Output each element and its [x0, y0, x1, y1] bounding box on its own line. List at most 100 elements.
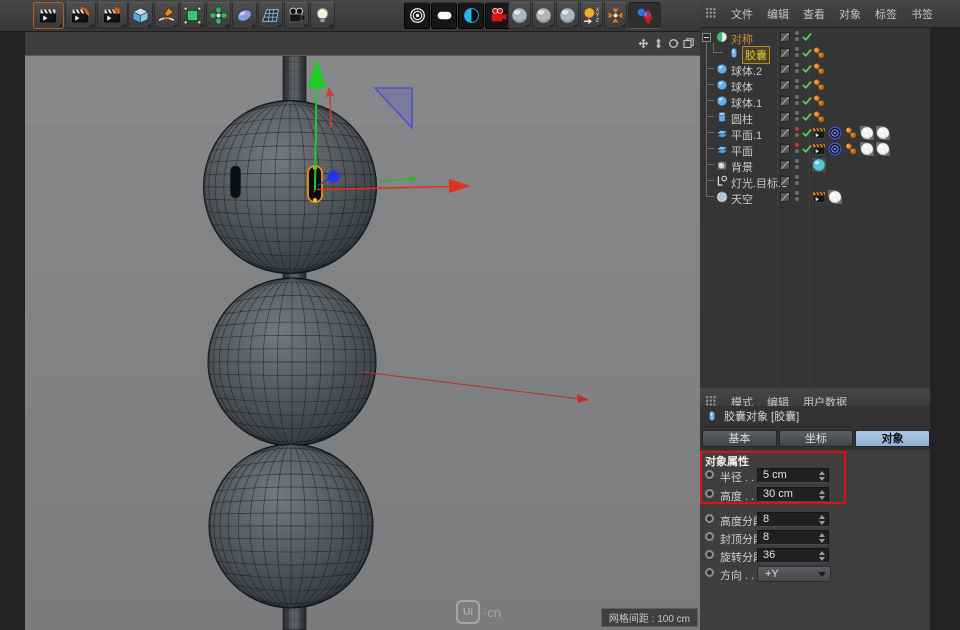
tree-row-灯光.目标.1[interactable]: 灯光.目标.1: [700, 173, 930, 189]
stepper-down-icon[interactable]: [819, 521, 825, 525]
stepper-down-icon[interactable]: [819, 496, 825, 500]
visibility-dot[interactable]: [795, 117, 799, 121]
visibility-dot[interactable]: [795, 143, 799, 147]
stepper-up-icon[interactable]: [819, 471, 825, 475]
visibility-dot[interactable]: [795, 181, 799, 185]
viewport[interactable]: 网格间距 : 100 cm UI ·cn: [25, 56, 700, 630]
tab-坐标[interactable]: 坐标: [779, 430, 854, 447]
visibility-dot[interactable]: [795, 63, 799, 67]
layer-square[interactable]: [780, 64, 790, 74]
tree-row-胶囊[interactable]: 胶囊: [700, 45, 930, 61]
phong-tag-icon[interactable]: [844, 126, 858, 140]
compositing-tag-icon[interactable]: [812, 126, 826, 140]
layer-square[interactable]: [780, 160, 790, 170]
tree-row-圆柱[interactable]: 圆柱: [700, 109, 930, 125]
visibility-dot[interactable]: [795, 165, 799, 169]
property-input[interactable]: 8: [757, 512, 829, 527]
move-tool-button[interactable]: [628, 2, 661, 29]
visibility-dot[interactable]: [795, 37, 799, 41]
object-label[interactable]: 天空: [731, 191, 753, 207]
layer-square[interactable]: [780, 32, 790, 42]
target-tag-icon[interactable]: [828, 126, 842, 140]
clapper-record-button[interactable]: [33, 2, 64, 29]
enable-checkmark[interactable]: [802, 80, 812, 90]
maximize-icon[interactable]: [683, 38, 694, 49]
property-input[interactable]: 5 cm: [757, 468, 829, 483]
om-menu-4[interactable]: 标签: [875, 6, 897, 22]
enable-checkmark[interactable]: [802, 48, 812, 58]
material-sphere-button[interactable]: [532, 2, 555, 29]
stepper-up-icon[interactable]: [819, 533, 825, 537]
visibility-dot[interactable]: [795, 101, 799, 105]
axis-button[interactable]: [604, 2, 627, 29]
phong-tag-icon[interactable]: [812, 78, 826, 92]
property-input[interactable]: 8: [757, 530, 829, 545]
stepper-arrows[interactable]: [819, 551, 826, 561]
material-white-tag-icon[interactable]: [860, 142, 874, 156]
visibility-dot[interactable]: [795, 159, 799, 163]
layer-square[interactable]: [780, 80, 790, 90]
wireframe-sphere[interactable]: [208, 278, 376, 446]
stepper-up-icon[interactable]: [819, 551, 825, 555]
render-view-button[interactable]: [404, 2, 430, 29]
direction-dropdown[interactable]: +Y: [757, 566, 831, 582]
tree-row-背景[interactable]: 背景: [700, 157, 930, 173]
om-menu-2[interactable]: 查看: [803, 6, 825, 22]
stepper-up-icon[interactable]: [819, 515, 825, 519]
stepper-down-icon[interactable]: [819, 557, 825, 561]
object-manager-tree[interactable]: 对称胶囊球体.2球体球体.1圆柱平面.1平面背景灯光.目标.1天空: [700, 28, 930, 388]
visibility-dot[interactable]: [795, 85, 799, 89]
tree-row-球体.1[interactable]: 球体.1: [700, 93, 930, 109]
tab-基本[interactable]: 基本: [702, 430, 777, 447]
wireframe-sphere[interactable]: [204, 101, 377, 274]
om-menu-0[interactable]: 文件: [731, 6, 753, 22]
visibility-dot[interactable]: [795, 127, 799, 131]
layer-square[interactable]: [780, 192, 790, 202]
property-input[interactable]: 36: [757, 548, 829, 563]
material-white-tag-icon[interactable]: [876, 142, 890, 156]
deformer-flower-button[interactable]: [206, 2, 231, 29]
layer-square[interactable]: [780, 176, 790, 186]
visibility-dot[interactable]: [795, 31, 799, 35]
tree-row-球体.2[interactable]: 球体.2: [700, 61, 930, 77]
material-white-tag-icon[interactable]: [876, 126, 890, 140]
clapper-forward-button[interactable]: [65, 2, 96, 29]
property-input[interactable]: 30 cm: [757, 487, 829, 502]
render-picture-viewer-button[interactable]: [431, 2, 457, 29]
material-sphere-button[interactable]: [556, 2, 579, 29]
material-sphere-button[interactable]: [508, 2, 531, 29]
enable-checkmark[interactable]: [802, 144, 812, 154]
om-menu-5[interactable]: 书签: [911, 6, 933, 22]
primitive-cube-button[interactable]: [128, 2, 153, 29]
keyframe-circle[interactable]: [705, 489, 714, 498]
keyframe-circle[interactable]: [705, 568, 714, 577]
compositing-tag-icon[interactable]: [812, 142, 826, 156]
layer-square[interactable]: [780, 112, 790, 122]
stepper-arrows[interactable]: [819, 471, 826, 481]
camera-button[interactable]: [284, 2, 309, 29]
phong-tag-icon[interactable]: [812, 62, 826, 76]
floor-grid-button[interactable]: [258, 2, 283, 29]
material-white-tag-icon[interactable]: [860, 126, 874, 140]
phong-tag-icon[interactable]: [844, 142, 858, 156]
material-white-tag-icon[interactable]: [828, 190, 842, 204]
enable-checkmark[interactable]: [802, 96, 812, 106]
generator-cube-button[interactable]: [180, 2, 205, 29]
phong-tag-icon[interactable]: [812, 94, 826, 108]
enable-checkmark[interactable]: [802, 64, 812, 74]
enable-checkmark[interactable]: [802, 128, 812, 138]
keyframe-circle[interactable]: [705, 470, 714, 479]
stepper-arrows[interactable]: [819, 490, 826, 500]
layer-square[interactable]: [780, 128, 790, 138]
keyframe-circle[interactable]: [705, 514, 714, 523]
enable-checkmark[interactable]: [802, 112, 812, 122]
phong-tag-icon[interactable]: [812, 46, 826, 60]
om-menu-1[interactable]: 编辑: [767, 6, 789, 22]
capsule-mirror[interactable]: [231, 166, 241, 198]
visibility-dot[interactable]: [795, 69, 799, 73]
om-menu-3[interactable]: 对象: [839, 6, 861, 22]
expander-minus[interactable]: [702, 33, 711, 42]
pan-icon[interactable]: [638, 38, 649, 49]
tree-row-球体[interactable]: 球体: [700, 77, 930, 93]
visibility-dot[interactable]: [795, 95, 799, 99]
